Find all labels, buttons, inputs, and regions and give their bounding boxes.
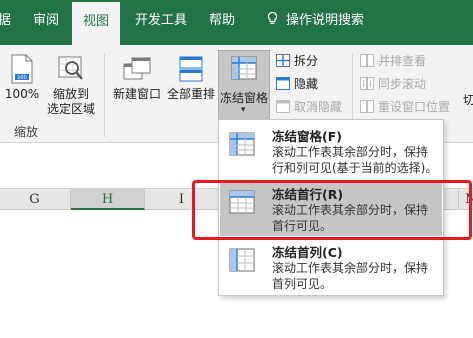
switch-window-button[interactable]: 切 — [463, 93, 473, 108]
split-label: 拆分 — [294, 54, 319, 68]
sync-scroll-icon — [360, 77, 374, 90]
tab-review[interactable]: 审阅 — [33, 0, 59, 45]
unhide-label: 取消隐藏 — [294, 100, 343, 114]
column-header-h[interactable]: H — [71, 189, 145, 210]
freeze-panes-button[interactable]: 冻结窗格 ▾ — [218, 50, 270, 120]
ribbon-tab-bar: 据 审阅 视图 开发工具 帮助 操作说明搜索 — [0, 0, 473, 45]
hide-label: 隐藏 — [294, 77, 319, 91]
zoom-100-label: 100% — [4, 87, 40, 101]
freeze-panes-label: 冻结窗格 — [220, 91, 269, 105]
tab-developer[interactable]: 开发工具 — [135, 0, 187, 45]
menu-item-title: 冻结首列(C) — [272, 245, 343, 260]
arrange-all-label: 全部重排 — [166, 87, 215, 101]
sync-scroll-button[interactable]: 同步滚动 — [360, 76, 426, 92]
sync-scroll-label: 同步滚动 — [378, 77, 427, 91]
arrange-all-icon — [179, 56, 203, 82]
menu-item-freeze-panes[interactable]: 冻结窗格(F) 滚动工作表其余部分时，保持行和列可见(基于当前的选择)。 — [220, 122, 442, 178]
unhide-window-icon — [276, 100, 290, 113]
menu-item-freeze-first-column[interactable]: 冻结首列(C) 滚动工作表其余部分时，保持首列可见。 — [220, 238, 442, 294]
reset-window-icon — [360, 100, 374, 113]
excel-window: 据 审阅 视图 开发工具 帮助 操作说明搜索 100 100% 缩放到 选定区域… — [0, 0, 473, 338]
tab-data[interactable]: 据 — [0, 0, 11, 45]
split-button[interactable]: 拆分 — [276, 53, 318, 69]
tell-me-search[interactable]: 操作说明搜索 — [265, 0, 364, 45]
switch-window-label: 切 — [463, 93, 473, 107]
group-separator — [104, 53, 105, 137]
reset-window-label: 重设窗口位置 — [378, 100, 451, 114]
freeze-panes-icon — [231, 56, 257, 80]
group-zoom-label: 缩放 — [14, 125, 39, 139]
tab-view[interactable]: 视图 — [72, 0, 120, 45]
menu-item-description: 滚动工作表其余部分时，保持首列可见。 — [272, 261, 429, 291]
zoom-100-button[interactable]: 100 100% — [4, 54, 40, 102]
menu-item-description: 滚动工作表其余部分时，保持行和列可见(基于当前的选择)。 — [272, 145, 438, 175]
menu-item-title: 冻结窗格(F) — [272, 129, 342, 144]
side-by-side-icon — [360, 54, 374, 67]
hide-button[interactable]: 隐藏 — [276, 76, 318, 92]
tab-help[interactable]: 帮助 — [209, 0, 235, 45]
column-header-g[interactable]: G — [0, 189, 71, 210]
red-highlight-box — [192, 180, 472, 240]
unhide-button[interactable]: 取消隐藏 — [276, 99, 342, 115]
arrange-all-button[interactable]: 全部重排 — [165, 54, 217, 102]
new-window-button[interactable]: 新建窗口 — [111, 54, 163, 102]
zoom-selection-label-1: 缩放到 — [52, 87, 89, 101]
chevron-down-icon: ▾ — [241, 105, 246, 115]
zoom-selection-icon — [58, 56, 83, 80]
svg-text:100: 100 — [17, 75, 27, 81]
side-by-side-label: 并排查看 — [378, 54, 427, 68]
split-icon — [276, 54, 290, 67]
zoom-to-selection-button[interactable]: 缩放到 选定区域 — [44, 54, 98, 117]
freeze-panes-icon — [229, 132, 255, 156]
reset-window-position-button[interactable]: 重设窗口位置 — [360, 99, 450, 115]
lightbulb-icon — [267, 11, 278, 24]
new-window-label: 新建窗口 — [112, 87, 161, 101]
new-window-icon — [123, 57, 151, 80]
view-side-by-side-button[interactable]: 并排查看 — [360, 53, 426, 69]
tell-me-label: 操作说明搜索 — [286, 13, 365, 28]
zoom-selection-label-2: 选定区域 — [46, 102, 95, 116]
zoom-100-icon: 100 — [11, 54, 33, 84]
freeze-first-column-icon — [229, 248, 255, 272]
hide-window-icon — [276, 77, 290, 90]
